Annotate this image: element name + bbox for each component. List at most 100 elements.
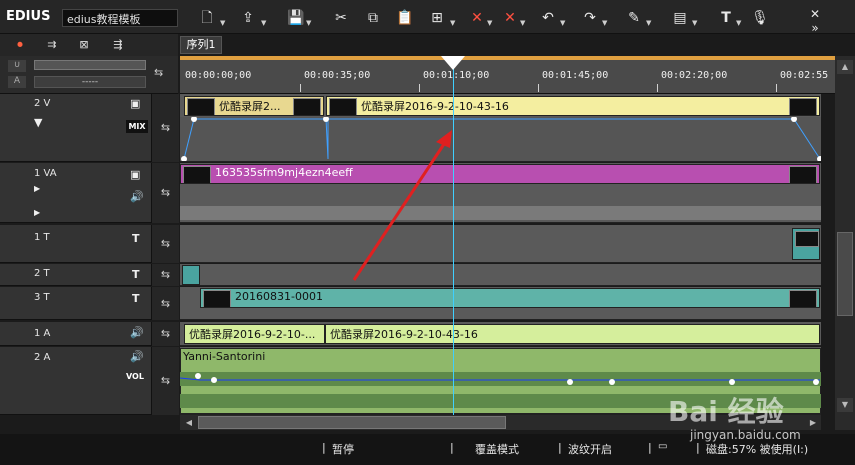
open-icon[interactable]: ⇪ xyxy=(238,8,258,28)
clip-v2-a[interactable]: 优酷录屏2... xyxy=(184,96,324,116)
sync-icon[interactable]: ⇆ xyxy=(151,94,179,162)
insert-mode-icon[interactable]: ⇉ xyxy=(40,37,64,53)
record-mode-icon[interactable]: ⏺ xyxy=(8,37,32,53)
replace-icon[interactable]: ⊞ xyxy=(427,8,447,28)
sync-icon[interactable]: ⇆ xyxy=(151,225,179,263)
sync-icon[interactable]: ⇆ xyxy=(151,322,179,346)
video-visible-icon[interactable]: ▣ xyxy=(130,168,140,181)
video-visible-icon[interactable]: ▣ xyxy=(130,97,140,110)
chevron-down-icon[interactable]: ▼ xyxy=(692,18,700,28)
save-icon[interactable]: 💾 xyxy=(286,8,306,28)
delete-icon[interactable]: ✕ xyxy=(467,8,487,28)
expand-arrow-icon[interactable]: ▶ xyxy=(34,184,40,193)
track-header-1va[interactable] xyxy=(0,163,151,223)
clip-a1-a[interactable]: 优酷录屏2016-9-2-10-... xyxy=(184,324,325,344)
expand-arrow-icon[interactable]: ▼ xyxy=(34,116,42,129)
timecode-3: 00:01:45;00 xyxy=(542,70,609,81)
sync-icon[interactable]: ⇆ xyxy=(151,287,179,320)
clip-thumbnail xyxy=(187,98,215,115)
clip-a1-b[interactable]: 优酷录屏2016-9-2-10-43-16 xyxy=(325,324,820,344)
speaker-icon[interactable]: 🔊 xyxy=(130,326,144,339)
chevron-down-icon[interactable]: ▼ xyxy=(450,18,458,28)
track-header-3t[interactable] xyxy=(0,287,151,320)
playhead-marker-icon[interactable] xyxy=(441,56,465,70)
ruler-tick xyxy=(776,84,777,92)
track-header-1a[interactable] xyxy=(0,322,151,346)
track-area-1t[interactable] xyxy=(180,225,821,263)
tab-sequence-1[interactable]: 序列1 xyxy=(180,36,222,54)
track-expand-icon[interactable]: ⇶ xyxy=(106,37,130,53)
track-header-2t[interactable] xyxy=(0,264,151,286)
link-icon[interactable]: ⇆ xyxy=(154,66,174,80)
title-track-icon[interactable]: T xyxy=(132,268,140,281)
sync-lock-icon[interactable]: ⊠ xyxy=(72,37,96,53)
scroll-down-icon[interactable]: ▼ xyxy=(837,398,853,412)
clip-label: 优酷录屏2016-9-2-10-43-16 xyxy=(361,100,509,113)
redo-icon[interactable]: ↷ xyxy=(580,8,600,28)
scroll-right-icon[interactable]: ▶ xyxy=(806,416,820,429)
chevron-down-icon[interactable]: ▼ xyxy=(487,18,495,28)
clip-t1[interactable] xyxy=(792,228,820,260)
expand-arrow-icon[interactable]: ▶ xyxy=(34,208,40,217)
undo-icon[interactable]: ↶ xyxy=(538,8,558,28)
chevron-down-icon[interactable]: ▼ xyxy=(646,18,654,28)
sync-icon[interactable]: ⇆ xyxy=(151,163,179,223)
status-separator: | xyxy=(558,441,562,454)
paste-icon[interactable]: 📋 xyxy=(395,8,415,28)
title-track-icon[interactable]: T xyxy=(132,232,140,245)
lock-toggle[interactable]: ∪ xyxy=(8,60,26,72)
mix-toggle[interactable]: MIX xyxy=(126,120,148,133)
timeline-ruler[interactable] xyxy=(180,56,835,94)
clip-t3[interactable]: 20160831-0001 xyxy=(200,288,820,308)
chevron-down-icon[interactable]: ▼ xyxy=(306,18,314,28)
audio-toggle[interactable]: A xyxy=(8,76,26,88)
timecode-5: 00:02:55 xyxy=(780,70,829,81)
track-area-2t[interactable] xyxy=(180,264,821,286)
ruler-tick xyxy=(300,84,301,92)
watermark-logo: Bai 经验 xyxy=(668,395,784,428)
microphone-icon[interactable]: 🎙 xyxy=(750,8,770,28)
status-separator: | xyxy=(450,441,454,454)
title-icon[interactable]: T xyxy=(716,8,736,28)
zoom-slider[interactable] xyxy=(34,60,146,70)
zoom-select[interactable]: ----- xyxy=(34,76,146,88)
speaker-icon[interactable]: 🔊 xyxy=(130,350,144,363)
track-header-1t[interactable] xyxy=(0,225,151,263)
sync-icon[interactable]: ⇆ xyxy=(151,264,179,286)
ruler-tick xyxy=(538,84,539,92)
chevron-down-icon[interactable]: ▼ xyxy=(261,18,269,28)
sync-icon[interactable]: ⇆ xyxy=(151,347,179,415)
status-overwrite[interactable]: 覆盖模式 xyxy=(475,441,519,457)
vol-toggle[interactable]: VOL xyxy=(126,372,144,381)
vertical-scroll-thumb[interactable] xyxy=(837,232,853,316)
in-out-range-bar[interactable] xyxy=(180,56,835,60)
clip-label: Yanni-Santorini xyxy=(183,350,266,363)
project-name-field[interactable]: edius教程模板 xyxy=(62,9,178,27)
ruler-tick xyxy=(419,84,420,92)
chevron-down-icon[interactable]: ▼ xyxy=(736,18,744,28)
chevron-down-icon[interactable]: ▼ xyxy=(520,18,528,28)
ripple-delete-icon[interactable]: ✕ xyxy=(500,8,520,28)
horizontal-scroll-thumb[interactable] xyxy=(198,416,506,429)
new-file-icon[interactable]: 🗋 xyxy=(197,8,217,28)
mix-keyframe-line[interactable] xyxy=(180,117,821,161)
chevron-down-icon[interactable]: ▼ xyxy=(602,18,610,28)
clip-v2-b[interactable]: 优酷录屏2016-9-2-10-43-16 xyxy=(326,96,820,116)
clip-va1[interactable]: 163535sfm9mj4ezn4eeff xyxy=(180,164,820,184)
chevron-down-icon[interactable]: ▼ xyxy=(220,18,228,28)
audio-sub-lane[interactable] xyxy=(180,206,821,220)
scroll-left-icon[interactable]: ◀ xyxy=(182,416,196,429)
track-header-2a[interactable] xyxy=(0,347,151,415)
clip-thumbnail xyxy=(795,231,819,247)
scroll-up-icon[interactable]: ▲ xyxy=(837,60,853,74)
color-bars-icon[interactable]: ▤ xyxy=(670,8,690,28)
speaker-icon[interactable]: 🔊 xyxy=(130,190,144,203)
title-track-icon[interactable]: T xyxy=(132,292,140,305)
copy-icon[interactable]: ⧉ xyxy=(363,8,383,28)
clip-t2[interactable] xyxy=(182,265,200,285)
cut-icon[interactable]: ✂ xyxy=(331,8,351,28)
chevron-down-icon[interactable]: ▼ xyxy=(560,18,568,28)
marker-icon[interactable]: ✎ xyxy=(624,8,644,28)
status-ripple[interactable]: 波纹开启 xyxy=(568,441,612,457)
clip-label: 优酷录屏2... xyxy=(219,100,281,113)
